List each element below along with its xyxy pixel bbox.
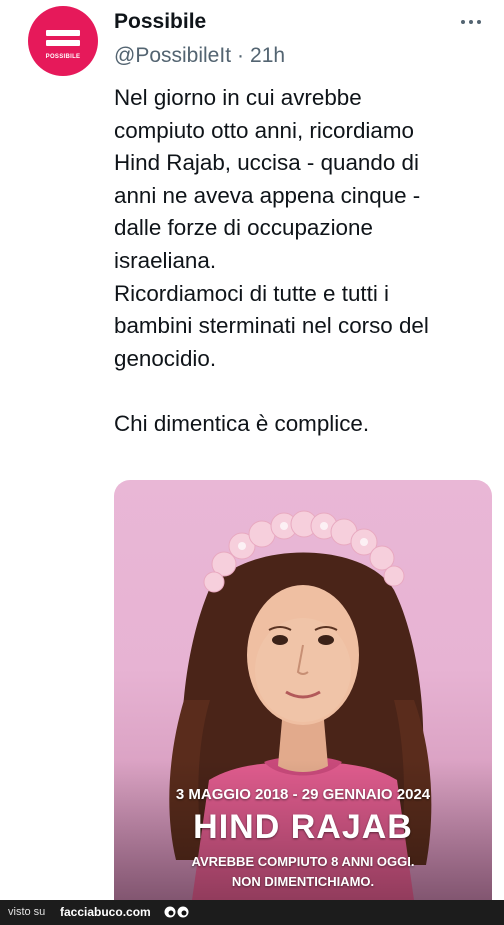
logo-bar-bottom: [46, 40, 80, 46]
tweet: POSSIBILE Possibile @PossibileIt · 21h Nel…: [0, 0, 504, 900]
media-line-2: NON DIMENTICHIAMO.: [231, 874, 375, 889]
footer-visto-su: visto su: [8, 906, 46, 918]
avatar-logo-text: POSSIBILE: [45, 54, 81, 60]
eyes-icon: [164, 906, 189, 918]
footer-site[interactable]: facciabuco.com: [60, 905, 151, 919]
account-handle-row: @PossibileIt · 21h: [114, 44, 285, 68]
media-dates: 3 MAGGIO 2018 - 29 GENNAIO 2024: [175, 786, 431, 803]
tweet-text: Nel giorno in cui avrebbe compiuto otto …: [114, 85, 429, 436]
tweet-time[interactable]: 21h: [250, 44, 285, 67]
account-name[interactable]: Possibile: [114, 10, 206, 34]
separator: ·: [237, 44, 245, 67]
logo-bar-top: [46, 30, 80, 36]
media-title: HIND RAJAB: [193, 808, 413, 846]
watermark-footer: visto su facciabuco.com: [0, 900, 504, 925]
avatar[interactable]: POSSIBILE: [28, 6, 98, 76]
more-options-icon[interactable]: [457, 14, 487, 30]
account-handle[interactable]: @PossibileIt: [114, 44, 231, 67]
media-line-1: AVREBBE COMPIUTO 8 ANNI OGGI.: [191, 854, 415, 869]
tweet-media-image[interactable]: 3 MAGGIO 2018 - 29 GENNAIO 2024 HIND RAJ…: [114, 480, 492, 900]
